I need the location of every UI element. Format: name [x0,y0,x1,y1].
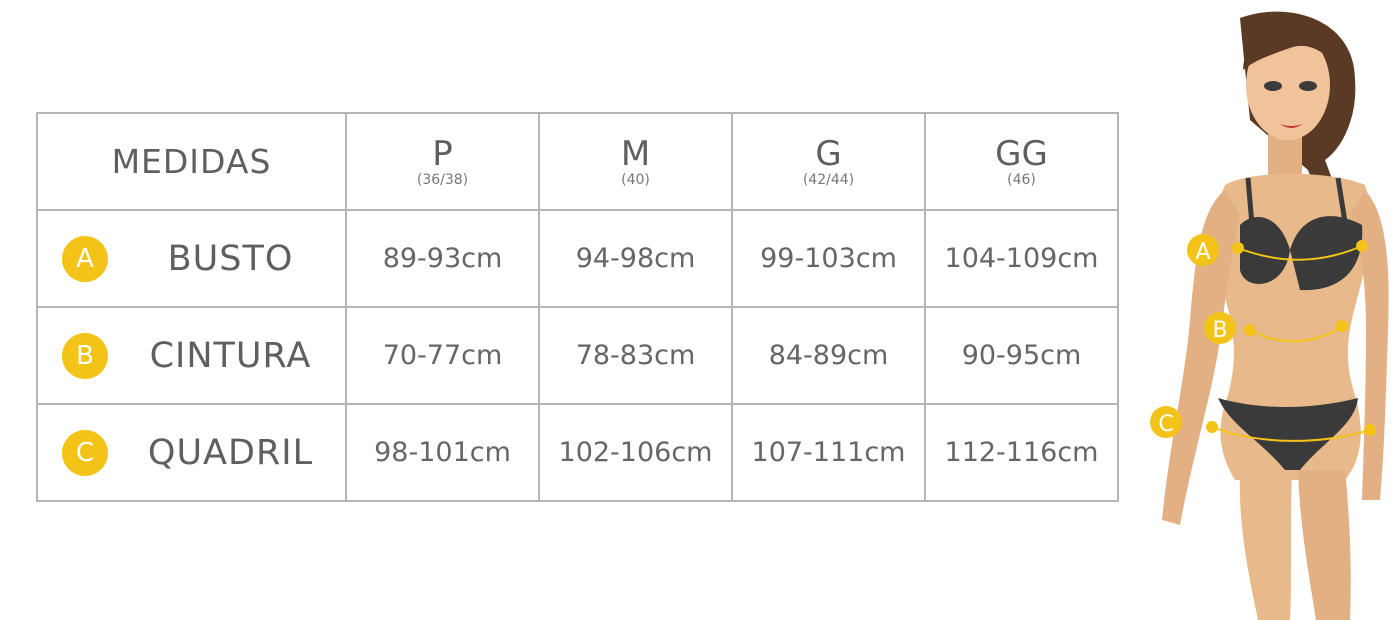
table-cell: 89-93cm [345,209,540,308]
size-numbers: (42/44) [802,171,855,188]
waist-dot [1336,320,1348,332]
left-leg-shape [1239,470,1292,620]
badge-c: C [62,429,108,476]
measure-name: CINTURA [149,335,312,376]
row-label: A BUSTO [38,211,345,306]
size-letter: M [620,133,651,174]
bust-dot [1356,240,1368,252]
row-label-cell: C QUADRIL [36,403,347,502]
size-header-gg: GG (46) [924,112,1119,211]
waist-dot [1244,324,1256,336]
table-cell: 99-103cm [731,209,926,308]
table-cell: 104-109cm [924,209,1119,308]
row-label: C QUADRIL [38,405,345,500]
marker-a-label: A [1195,240,1210,265]
table-cell: 90-95cm [924,306,1119,405]
table-cell: 94-98cm [538,209,733,308]
measure-name: BUSTO [167,238,294,279]
badge-b: B [62,332,108,379]
row-label-cell: A BUSTO [36,209,347,308]
header-row: MEDIDAS P (36/38) M (40) G (42/44) GG (4… [36,112,1119,211]
table-cell: 70-77cm [345,306,540,405]
badge-a: A [62,235,108,282]
body-measurement-figure: A B C [1150,11,1389,620]
hip-dot [1364,424,1376,436]
table-cell: 112-116cm [924,403,1119,502]
size-numbers: (36/38) [416,171,469,188]
size-numbers: (40) [621,171,650,188]
table-cell: 98-101cm [345,403,540,502]
size-letter: P [432,133,453,174]
size-chart-table: MEDIDAS P (36/38) M (40) G (42/44) GG (4… [36,112,1119,502]
eye-shape [1299,81,1317,91]
hip-dot [1206,421,1218,433]
right-leg-shape [1298,470,1351,620]
table-cell: 107-111cm [731,403,926,502]
header-medidas: MEDIDAS [36,112,347,211]
size-numbers: (46) [1007,171,1036,188]
size-header-m: M (40) [538,112,733,211]
row-label-cell: B CINTURA [36,306,347,405]
size-letter: GG [995,133,1048,174]
size-header-g: G (42/44) [731,112,926,211]
marker-b-label: B [1212,318,1227,343]
size-header-p: P (36/38) [345,112,540,211]
measure-row-cintura: B CINTURA 70-77cm 78-83cm 84-89cm 90-95c… [36,306,1119,405]
marker-c-label: C [1158,412,1173,437]
size-letter: G [815,133,842,174]
row-label: B CINTURA [38,308,345,403]
eye-shape [1264,81,1282,91]
table-cell: 102-106cm [538,403,733,502]
measure-name: QUADRIL [147,432,314,473]
bust-dot [1232,242,1244,254]
medidas-title: MEDIDAS [111,142,272,181]
measure-row-busto: A BUSTO 89-93cm 94-98cm 99-103cm 104-109… [36,209,1119,308]
table-cell: 84-89cm [731,306,926,405]
table-cell: 78-83cm [538,306,733,405]
measure-row-quadril: C QUADRIL 98-101cm 102-106cm 107-111cm 1… [36,403,1119,502]
